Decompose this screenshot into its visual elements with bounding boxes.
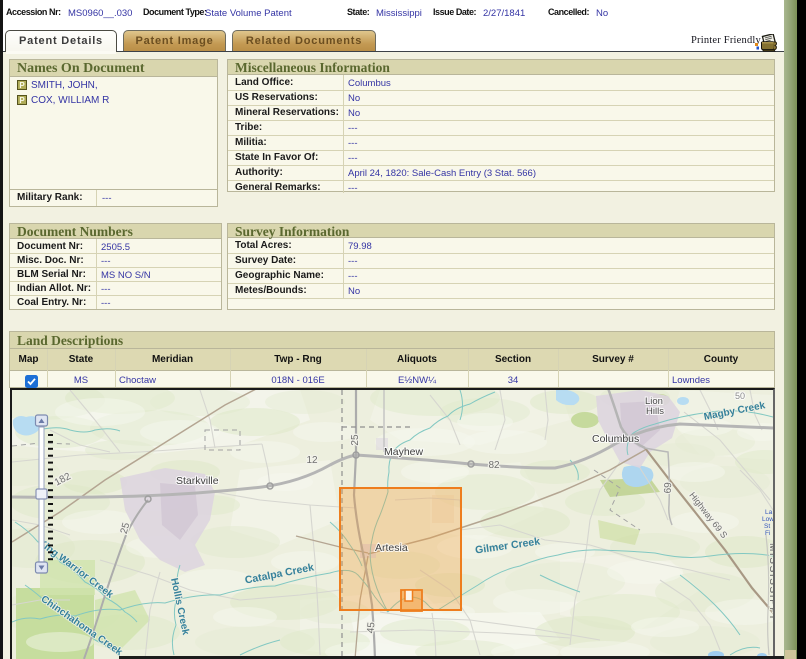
svg-text:St: St	[764, 523, 770, 530]
svg-text:Starkville: Starkville	[176, 475, 219, 487]
svg-text:Hills: Hills	[646, 406, 664, 417]
svg-text:25: 25	[350, 434, 361, 446]
svg-text:Fi: Fi	[765, 530, 770, 537]
svg-text:La: La	[765, 509, 773, 516]
svg-text:45: 45	[366, 621, 378, 633]
svg-text:69: 69	[663, 482, 674, 494]
svg-text:Mayhew: Mayhew	[384, 446, 424, 458]
svg-text:Artesia: Artesia	[375, 542, 408, 554]
svg-text:50: 50	[735, 391, 745, 401]
svg-text:MISSISSIPPI: MISSISSIPPI	[767, 543, 773, 620]
svg-text:Columbus: Columbus	[592, 433, 639, 445]
svg-text:12: 12	[306, 455, 318, 466]
svg-text:82: 82	[488, 460, 500, 471]
svg-text:Low: Low	[762, 516, 773, 523]
